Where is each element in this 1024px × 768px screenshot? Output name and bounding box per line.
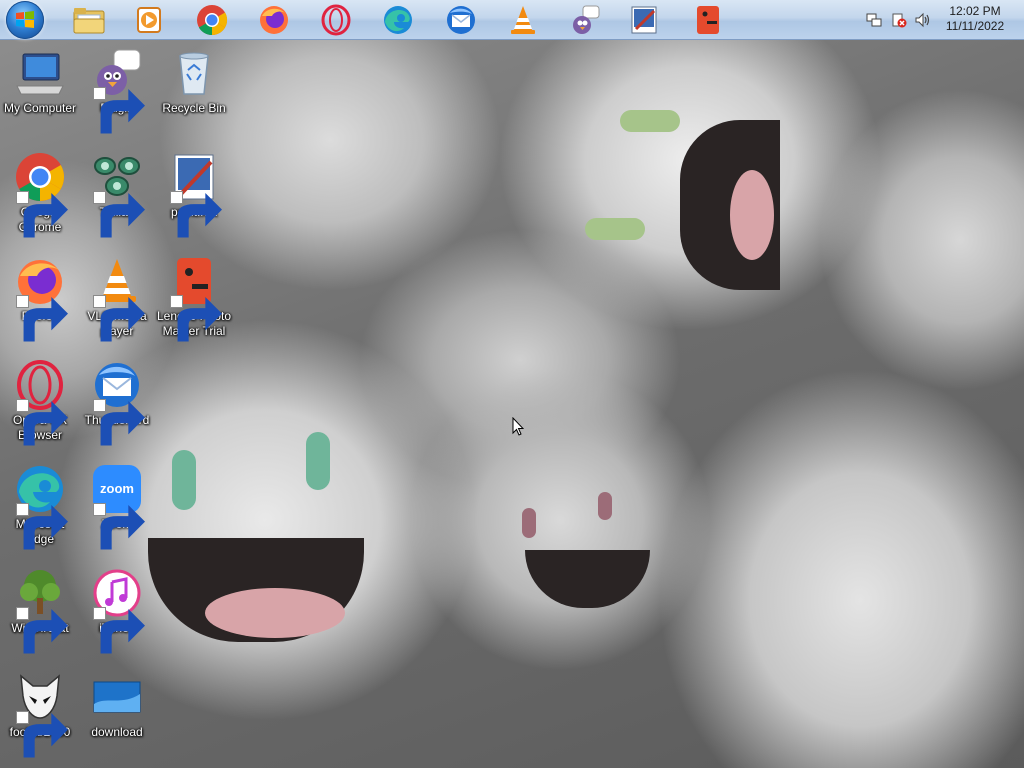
- start-button[interactable]: [6, 1, 44, 39]
- taskbar-google-chrome[interactable]: [192, 2, 232, 38]
- desktop-icon-label: download: [91, 725, 143, 739]
- edge-icon: [384, 6, 412, 34]
- wallpaper-eye: [598, 492, 612, 520]
- shortcut-arrow-icon: [93, 87, 145, 134]
- taskbar-opera[interactable]: [316, 2, 356, 38]
- desktop-icon-my-computer[interactable]: My Computer: [0, 48, 80, 148]
- taskbar-lenovo-photo-master[interactable]: [688, 2, 728, 38]
- computer-icon: [16, 53, 64, 95]
- desktop-icon-label: Recycle Bin: [162, 101, 226, 115]
- desktop-icon-foobar2000[interactable]: foobar2000: [0, 672, 80, 768]
- windows-logo-icon: [16, 11, 34, 28]
- wallpaper-tongue: [205, 588, 345, 638]
- desktop-icon-microsoft-edge[interactable]: Microsoft Edge: [0, 464, 80, 564]
- shortcut-arrow-icon: [16, 607, 68, 654]
- wallpaper-mouth: [525, 550, 650, 608]
- taskbar: 12:02 PM 11/11/2022: [0, 0, 1024, 40]
- clock-date: 11/11/2022: [945, 19, 1005, 33]
- shortcut-arrow-icon: [16, 503, 68, 550]
- wallpaper-eye: [522, 508, 536, 538]
- zoom-icon-text: zoom: [100, 481, 134, 496]
- shortcut-arrow-icon: [93, 191, 145, 238]
- network-icon[interactable]: [866, 12, 882, 28]
- taskbar-windows-explorer[interactable]: [69, 2, 109, 38]
- desktop-icon-itunes[interactable]: iTunes: [77, 568, 157, 668]
- taskbar-microsoft-edge[interactable]: [378, 2, 418, 38]
- wallpaper-eye: [306, 432, 330, 490]
- shortcut-arrow-icon: [16, 711, 68, 758]
- pidgin-icon: [573, 5, 600, 34]
- taskbar-firefox[interactable]: [254, 2, 294, 38]
- taskbar-vlc[interactable]: [503, 2, 543, 38]
- desktop-icon-zoom[interactable]: zoom Zoom: [77, 464, 157, 564]
- shortcut-arrow-icon: [93, 399, 145, 446]
- desktop-icon-thunderbird[interactable]: Thunderbird: [77, 360, 157, 460]
- chrome-icon: [197, 5, 228, 36]
- desktop-icon-pidgin[interactable]: Pidgin: [77, 48, 157, 148]
- shortcut-arrow-icon: [93, 295, 145, 342]
- shortcut-arrow-icon: [16, 295, 68, 342]
- desktop-icon-recycle-bin[interactable]: Recycle Bin: [154, 48, 234, 148]
- lenovo-photo-icon: [697, 6, 719, 34]
- vlc-icon: [511, 6, 535, 34]
- desktop-icon-lenovo-photo-master[interactable]: Lenovo Photo Master Trial: [154, 256, 234, 356]
- firefox-icon: [260, 6, 288, 34]
- desktop-icon-opera-gx[interactable]: Opera GX Browser: [0, 360, 80, 460]
- thunderbird-icon: [447, 6, 475, 34]
- volume-icon[interactable]: [915, 12, 931, 28]
- taskbar-clock[interactable]: 12:02 PM 11/11/2022: [940, 4, 1010, 34]
- mouse-cursor-icon: [512, 417, 524, 436]
- image-file-icon: [93, 681, 141, 713]
- desktop-icon-vlc[interactable]: VLC media player: [77, 256, 157, 356]
- taskbar-pidgin[interactable]: [565, 2, 605, 38]
- desktop-icon-download[interactable]: download: [77, 672, 157, 768]
- action-center-alert-icon[interactable]: [891, 12, 907, 28]
- shortcut-arrow-icon: [170, 191, 222, 238]
- shortcut-arrow-icon: [93, 607, 145, 654]
- taskbar-paint-net[interactable]: [624, 2, 664, 38]
- desktop-icon-trillian[interactable]: Trillian: [77, 152, 157, 252]
- folder-icon: [73, 8, 105, 34]
- desktop-icon-google-chrome[interactable]: Google Chrome: [0, 152, 80, 252]
- wallpaper-tongue: [730, 170, 774, 260]
- taskbar-media-player[interactable]: [129, 2, 169, 38]
- shortcut-arrow-icon: [16, 191, 68, 238]
- wallpaper-eye: [620, 110, 680, 132]
- desktop-screen: 12:02 PM 11/11/2022 My Computer Chrome B…: [0, 0, 1024, 768]
- wallpaper-eye: [585, 218, 645, 240]
- wallpaper-eye: [172, 450, 196, 510]
- clock-time: 12:02 PM: [949, 4, 1001, 18]
- shortcut-arrow-icon: [16, 399, 68, 446]
- shortcut-arrow-icon: [93, 503, 145, 550]
- paintnet-icon: [631, 6, 657, 34]
- desktop-icon-label: My Computer: [3, 101, 77, 115]
- desktop-icon-paint-net[interactable]: paint.net: [154, 152, 234, 252]
- media-player-icon: [137, 7, 161, 33]
- opera-icon: [321, 4, 351, 36]
- desktop-icon-firefox[interactable]: Firefox: [0, 256, 80, 356]
- desktop-icon-windirstat[interactable]: WinDirStat: [0, 568, 80, 668]
- recycle-bin-icon: [179, 52, 209, 95]
- shortcut-arrow-icon: [170, 295, 222, 342]
- taskbar-thunderbird[interactable]: [441, 2, 481, 38]
